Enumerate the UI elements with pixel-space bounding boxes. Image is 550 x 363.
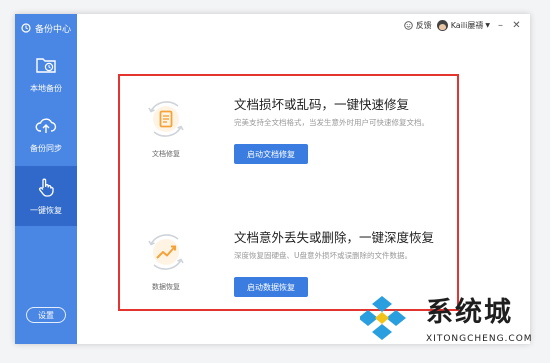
sidebar-item-label: 本地备份: [30, 84, 62, 93]
title-bar: 反馈 Kaili屡禱 ▼ – ✕: [77, 14, 530, 42]
watermark-logo-icon: [360, 296, 406, 340]
backup-center-icon: [21, 23, 31, 33]
watermark: 系统城 XITONGCHENG.COM: [360, 288, 550, 363]
settings-button[interactable]: 设置: [26, 307, 66, 323]
hand-pointer-icon: [39, 178, 54, 197]
feature-description: 完美支持全文档格式，当发生意外时用户可快速修复文档。: [234, 118, 429, 127]
sidebar: 备份中心 本地备份 备份同步 一键恢复 设置: [15, 14, 77, 344]
cloud-upload-icon: [35, 118, 57, 133]
sidebar-item-local-backup[interactable]: 本地备份: [15, 44, 77, 104]
feature-title: 文档意外丢失或删除，一键深度恢复: [234, 230, 435, 245]
chevron-down-icon: ▼: [485, 21, 490, 29]
sidebar-item-backup-sync[interactable]: 备份同步: [15, 104, 77, 164]
app-brand: 备份中心: [15, 14, 77, 42]
feature-description: 深度恢复固硬盘、U盘意外损坏或误删除的文件数据。: [234, 251, 412, 260]
username: Kaili屡禱: [450, 20, 484, 30]
feature-caption: 文档修复: [152, 150, 180, 158]
feature-document-repair: 文档修复 文档损坏或乱码，一键快速修复 完美支持全文档格式，当发生意外时用户可快…: [142, 94, 462, 184]
feedback-button[interactable]: 反馈: [403, 20, 432, 31]
watermark-text: 系统城: [426, 297, 513, 328]
document-repair-icon: [148, 101, 184, 137]
watermark-subtext: XITONGCHENG.COM: [426, 334, 533, 344]
data-recovery-icon: [148, 234, 184, 270]
title-bar-actions: 反馈 Kaili屡禱 ▼ – ✕: [399, 14, 522, 36]
sidebar-item-label: 备份同步: [30, 144, 62, 153]
sidebar-item-label: 一键恢复: [30, 206, 62, 215]
sidebar-item-one-click-restore[interactable]: 一键恢复: [15, 166, 77, 226]
start-document-repair-button[interactable]: 启动文档修复: [234, 144, 308, 164]
feature-caption: 数据恢复: [152, 283, 180, 291]
smile-icon: [403, 20, 413, 30]
minimize-icon[interactable]: –: [495, 20, 506, 31]
avatar: [436, 19, 448, 31]
feedback-label: 反馈: [415, 20, 432, 30]
user-menu[interactable]: Kaili屡禱 ▼: [436, 19, 490, 31]
start-data-recovery-button[interactable]: 启动数据恢复: [234, 277, 308, 297]
folder-clock-icon: [36, 58, 56, 73]
close-icon[interactable]: ✕: [511, 20, 522, 31]
app-title: 备份中心: [34, 24, 71, 35]
feature-title: 文档损坏或乱码，一键快速修复: [234, 97, 410, 112]
